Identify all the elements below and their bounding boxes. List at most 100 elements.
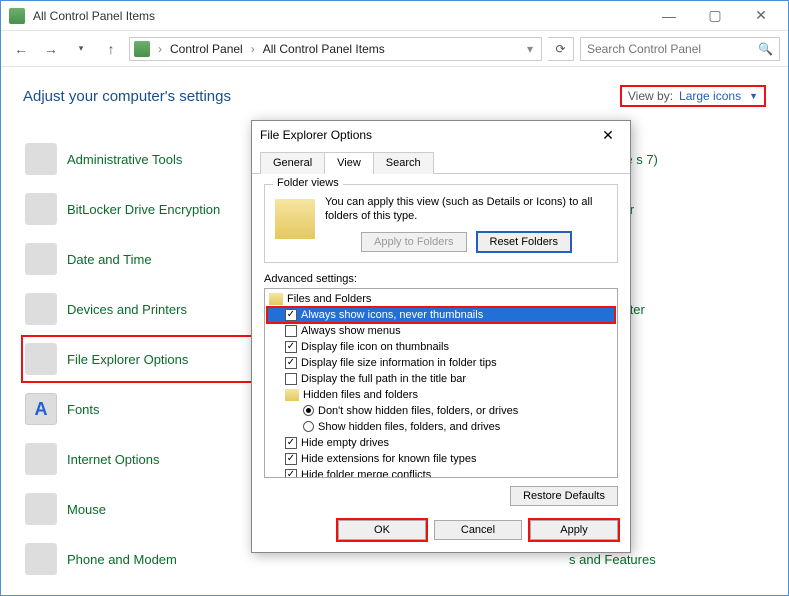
control-panel-icon — [134, 41, 150, 57]
dialog-tabs: General View Search — [252, 151, 630, 174]
checkbox-icon[interactable]: ✓ — [285, 309, 297, 321]
apply-to-folders-button[interactable]: Apply to Folders — [361, 232, 466, 252]
opt-dont-show-hidden[interactable]: Don't show hidden files, folders, or dri… — [267, 403, 615, 419]
opt-always-show-menus[interactable]: Always show menus — [267, 323, 615, 339]
close-button[interactable]: ✕ — [738, 1, 784, 31]
search-input[interactable] — [587, 42, 752, 56]
view-by-value[interactable]: Large icons — [679, 89, 741, 103]
checkbox-icon[interactable]: ✓ — [285, 341, 297, 353]
apply-button[interactable]: Apply — [530, 520, 618, 540]
cp-item-label: Date and Time — [67, 252, 152, 267]
restore-defaults-button[interactable]: Restore Defaults — [510, 486, 618, 506]
checkbox-icon[interactable] — [285, 325, 297, 337]
breadcrumb-current[interactable]: All Control Panel Items — [263, 42, 385, 56]
cp-item[interactable]: Fonts — [23, 387, 264, 431]
chevron-down-icon: ▼ — [749, 91, 758, 101]
checkbox-icon[interactable]: ✓ — [285, 437, 297, 449]
folder-views-desc: You can apply this view (such as Details… — [325, 195, 607, 224]
nav-row: ← → ▾ ↑ › Control Panel › All Control Pa… — [1, 31, 788, 67]
opt-hide-extensions[interactable]: ✓Hide extensions for known file types — [267, 451, 615, 467]
radio-icon[interactable] — [303, 421, 314, 432]
titlebar: All Control Panel Items — ▢ ✕ — [1, 1, 788, 31]
cp-item-label: Administrative Tools — [67, 152, 182, 167]
back-button[interactable]: ← — [9, 37, 33, 61]
checkbox-icon[interactable]: ✓ — [285, 469, 297, 478]
folder-icon — [275, 199, 315, 239]
advanced-settings-tree[interactable]: Files and Folders ✓Always show icons, ne… — [264, 288, 618, 478]
cp-item[interactable]: File Explorer Options — [23, 337, 264, 381]
search-icon: 🔍 — [758, 42, 773, 56]
opt-always-show-icons[interactable]: ✓Always show icons, never thumbnails — [267, 307, 615, 323]
content-header: Adjust your computer's settings View by:… — [1, 67, 788, 113]
chevron-right-icon[interactable]: › — [154, 42, 166, 56]
control-panel-icon — [9, 8, 25, 24]
page-title: Adjust your computer's settings — [23, 88, 620, 105]
dialog-body: Folder views You can apply this view (su… — [252, 174, 630, 512]
chevron-down-icon[interactable]: ▾ — [523, 42, 537, 56]
folder-icon — [285, 389, 299, 401]
checkbox-icon[interactable] — [285, 373, 297, 385]
cp-item[interactable]: Internet Options — [23, 437, 264, 481]
cp-item-icon — [25, 543, 57, 575]
folder-views-legend: Folder views — [273, 177, 343, 189]
cp-item-icon — [25, 143, 57, 175]
opt-show-hidden[interactable]: Show hidden files, folders, and drives — [267, 419, 615, 435]
advanced-settings-label: Advanced settings: — [264, 273, 618, 285]
opt-display-full-path[interactable]: Display the full path in the title bar — [267, 371, 615, 387]
cancel-button[interactable]: Cancel — [434, 520, 522, 540]
ok-button[interactable]: OK — [338, 520, 426, 540]
tab-general[interactable]: General — [260, 152, 325, 174]
breadcrumb-root[interactable]: Control Panel — [170, 42, 243, 56]
cp-item-label: Phone and Modem — [67, 552, 177, 567]
opt-display-file-icon[interactable]: ✓Display file icon on thumbnails — [267, 339, 615, 355]
minimize-button[interactable]: — — [646, 1, 692, 31]
cp-item-label: Mouse — [67, 502, 106, 517]
maximize-button[interactable]: ▢ — [692, 1, 738, 31]
cp-item[interactable]: BitLocker Drive Encryption — [23, 187, 264, 231]
cp-item[interactable]: Phone and Modem — [23, 537, 264, 581]
checkbox-icon[interactable]: ✓ — [285, 453, 297, 465]
up-button[interactable]: ↑ — [99, 37, 123, 61]
cp-item-icon — [25, 393, 57, 425]
tab-view[interactable]: View — [324, 152, 374, 174]
cp-item[interactable]: Date and Time — [23, 237, 264, 281]
dialog-title: File Explorer Options — [260, 128, 594, 142]
tree-folder-root[interactable]: Files and Folders — [267, 291, 615, 307]
cp-item[interactable]: Devices and Printers — [23, 287, 264, 331]
window-title: All Control Panel Items — [33, 9, 646, 23]
dialog-footer: OK Cancel Apply — [252, 512, 630, 552]
cp-item-icon — [25, 243, 57, 275]
opt-hide-merge-conflicts[interactable]: ✓Hide folder merge conflicts — [267, 467, 615, 478]
cp-item-icon — [25, 293, 57, 325]
cp-item-label: Internet Options — [67, 452, 160, 467]
checkbox-icon[interactable]: ✓ — [285, 357, 297, 369]
tree-folder-hidden[interactable]: Hidden files and folders — [267, 387, 615, 403]
cp-item-label: File Explorer Options — [67, 352, 188, 367]
refresh-button[interactable]: ⟳ — [548, 37, 574, 61]
opt-hide-empty-drives[interactable]: ✓Hide empty drives — [267, 435, 615, 451]
cp-item-icon — [25, 493, 57, 525]
cp-item-label: s and Features — [569, 552, 656, 567]
reset-folders-button[interactable]: Reset Folders — [477, 232, 571, 252]
view-by-label: View by: — [628, 89, 673, 103]
cp-item-icon — [25, 193, 57, 225]
address-bar[interactable]: › Control Panel › All Control Panel Item… — [129, 37, 542, 61]
search-box[interactable]: 🔍 — [580, 37, 780, 61]
forward-button[interactable]: → — [39, 37, 63, 61]
recent-dropdown[interactable]: ▾ — [69, 37, 93, 61]
opt-display-file-size[interactable]: ✓Display file size information in folder… — [267, 355, 615, 371]
cp-item[interactable]: Mouse — [23, 487, 264, 531]
cp-item-label: BitLocker Drive Encryption — [67, 202, 220, 217]
chevron-right-icon[interactable]: › — [247, 42, 259, 56]
cp-item-label: Devices and Printers — [67, 302, 187, 317]
cp-item-icon — [25, 343, 57, 375]
dialog-titlebar: File Explorer Options ✕ — [252, 121, 630, 149]
folder-views-group: Folder views You can apply this view (su… — [264, 184, 618, 263]
tab-search[interactable]: Search — [373, 152, 434, 174]
cp-item[interactable]: Administrative Tools — [23, 137, 264, 181]
dialog-close-button[interactable]: ✕ — [594, 123, 622, 147]
view-by-selector[interactable]: View by: Large icons ▼ — [620, 85, 766, 107]
radio-icon[interactable] — [303, 405, 314, 416]
folder-icon — [269, 293, 283, 305]
cp-item-label: Fonts — [67, 402, 100, 417]
